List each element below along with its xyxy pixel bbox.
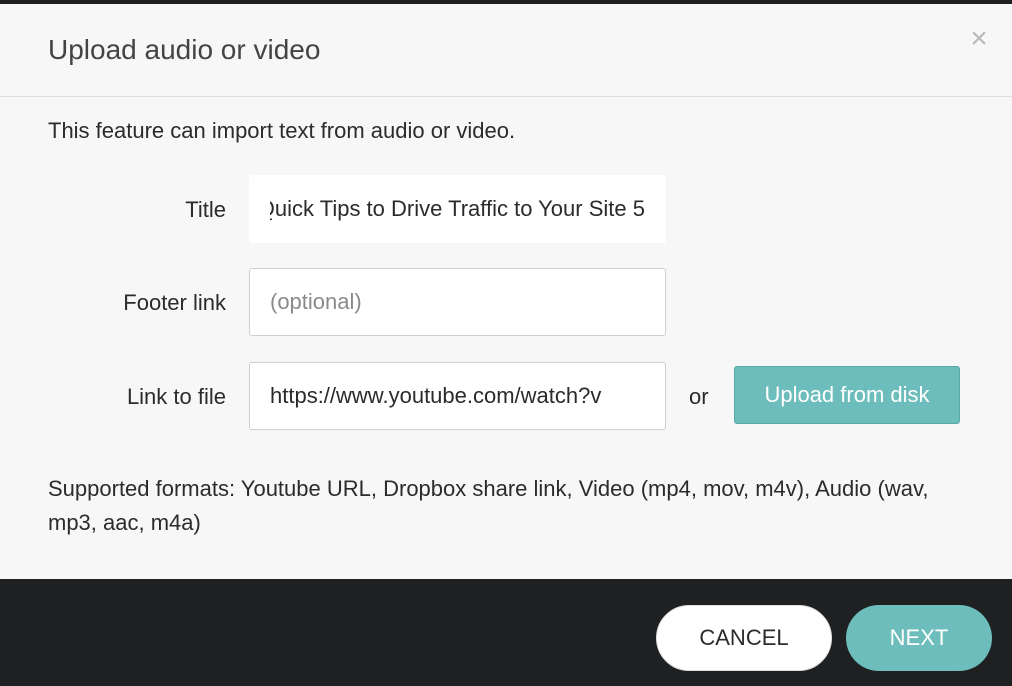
close-icon[interactable]: × [968,24,990,54]
title-input[interactable] [249,175,666,243]
cancel-button[interactable]: CANCEL [656,605,832,671]
intro-text: This feature can import text from audio … [48,118,516,143]
link-to-file-row: Link to file or Upload from disk [0,362,1012,430]
footer-link-input[interactable] [249,268,666,336]
link-to-file-input[interactable] [249,362,666,430]
next-button[interactable]: NEXT [846,605,992,671]
supported-formats-text: Supported formats: Youtube URL, Dropbox … [48,476,929,535]
title-label: Title [185,197,226,222]
dialog-header: Upload audio or video × [0,4,1012,97]
dialog-title: Upload audio or video [48,34,321,65]
upload-dialog: Upload audio or video × This feature can… [0,4,1012,579]
link-to-file-label: Link to file [126,384,226,409]
footer-link-label: Footer link [123,290,226,315]
dialog-footer: CANCEL NEXT [0,579,1012,686]
upload-from-disk-button[interactable]: Upload from disk [734,366,960,424]
footer-link-row: Footer link [0,268,1012,336]
title-row: Title [0,175,1012,243]
or-separator: or [689,384,709,409]
